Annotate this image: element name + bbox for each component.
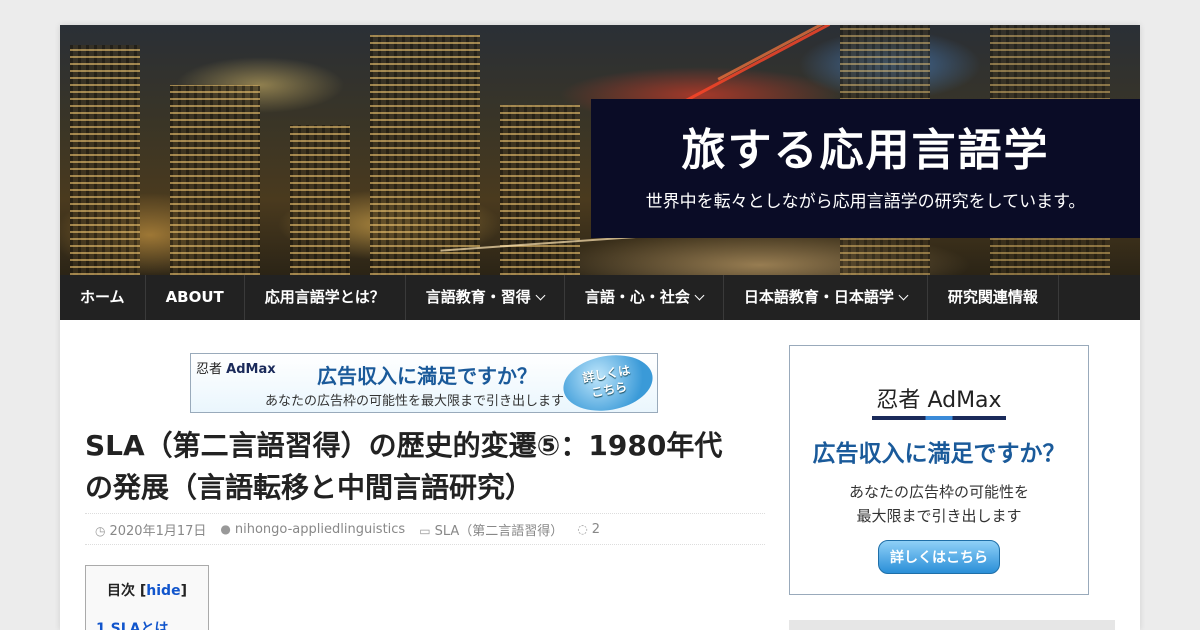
banner-building [370,35,480,275]
banner-light-streak [669,25,831,111]
ad-headline: 広告収入に満足ですか？ [812,441,1066,467]
header-banner[interactable]: 旅する応用言語学 世界中を転々としながら応用言語学の研究をしています。 [60,25,1140,275]
ad-cta-button[interactable]: 詳しくは こちら [558,348,658,418]
nav-item-japanese-education[interactable]: 日本語教育・日本語学 [724,275,928,320]
nav-item-label: ABOUT [165,288,224,306]
nav-item-label: 日本語教育・日本語学 [743,288,894,306]
post-date-text: 2020年1月17日 [109,523,207,539]
post-author-text: nihongo-appliedlinguistics [234,521,406,537]
nav-item-label: 言語・心・社会 [584,288,690,306]
toc-item[interactable]: 1 SLAとは [96,618,168,630]
ad-subtext-line2: 最大限まで引き出します [856,507,1022,525]
ad-subtext: あなたの広告枠の可能性を最大限まで引き出します [265,394,565,409]
sidebar-widget [789,620,1115,630]
main-nav: ホーム ABOUT 応用言語学とは？ 言語教育・習得 言語・心・社会 日本語教育… [60,275,1140,320]
ad-brand: 忍者 AdMax [790,382,1088,414]
banner-building [500,105,580,275]
nav-item-label: 応用言語学とは？ [264,288,385,306]
post-meta: ◷ 2020年1月17日 ● nihongo-appliedlinguistics … [85,513,765,545]
post-author[interactable]: ● nihongo-appliedlinguistics [220,522,405,537]
chevron-down-icon [694,290,705,301]
post-comments[interactable]: ◌ 2 [577,522,600,537]
ad-sidebar[interactable]: 忍者 AdMax 広告収入に満足ですか？ あなたの広告枠の可能性を 最大限まで引… [789,345,1089,595]
ad-brand-name: AdMax [226,362,276,377]
toc-title: 目次 [107,583,135,599]
ad-subtext-line1: あなたの広告枠の可能性を [848,483,1029,501]
nav-item-language-mind-society[interactable]: 言語・心・社会 [565,275,724,320]
nav-item-research-info[interactable]: 研究関連情報 [928,275,1059,320]
post-category-text: SLA（第二言語習得） [434,523,564,539]
chevron-down-icon [898,290,909,301]
table-of-contents: 目次 [hide] 1 SLAとは [85,565,209,630]
post-title: SLA（第二言語習得）の歴史的変遷⑤：1980年代の発展（言語転移と中間言語研究… [85,429,723,504]
nav-item-language-education[interactable]: 言語教育・習得 [406,275,565,320]
toc-toggle-link[interactable]: hide [146,583,180,599]
banner-building [70,45,140,275]
site-title[interactable]: 旅する応用言語学 [591,123,1140,179]
post-category[interactable]: ▭ SLA（第二言語習得） [419,520,563,539]
site-description: 世界中を転々としながら応用言語学の研究をしています。 [645,192,1086,212]
page-container: 旅する応用言語学 世界中を転々としながら応用言語学の研究をしています。 ホーム … [60,25,1140,630]
post-comments-count: 2 [591,521,601,537]
ad-cta-button[interactable]: 詳しくはこちら [878,540,1000,574]
post-date[interactable]: ◷ 2020年1月17日 [95,520,206,539]
nav-item-about[interactable]: ABOUT [146,275,245,320]
comment-icon: ◌ [577,521,588,536]
nav-item-label: ホーム [80,288,125,306]
ad-brand-name: AdMax [927,388,1002,413]
chevron-down-icon [535,290,546,301]
user-icon: ● [220,521,231,536]
nav-item-home[interactable]: ホーム [60,275,146,320]
ad-headline: 広告収入に満足ですか？ [317,364,537,388]
nav-item-label: 言語教育・習得 [425,288,531,306]
clock-icon: ◷ [95,523,106,538]
toc-header: 目次 [hide] [107,583,187,599]
ad-brand-prefix: 忍者 [876,388,921,413]
site-title-box[interactable]: 旅する応用言語学 世界中を転々としながら応用言語学の研究をしています。 [591,99,1140,238]
nav-item-applied-linguistics[interactable]: 応用言語学とは？ [245,275,406,320]
banner-building [170,85,260,275]
ad-brand-prefix: 忍者 [196,362,223,377]
banner-building [290,125,350,275]
ad-banner-top[interactable]: 忍者 AdMax 広告収入に満足ですか？ あなたの広告枠の可能性を最大限まで引き… [190,348,658,418]
ad-brand: 忍者 AdMax [196,358,276,377]
ad-brand-underline [872,416,1006,420]
nav-item-label: 研究関連情報 [947,288,1038,306]
folder-icon: ▭ [419,523,431,538]
